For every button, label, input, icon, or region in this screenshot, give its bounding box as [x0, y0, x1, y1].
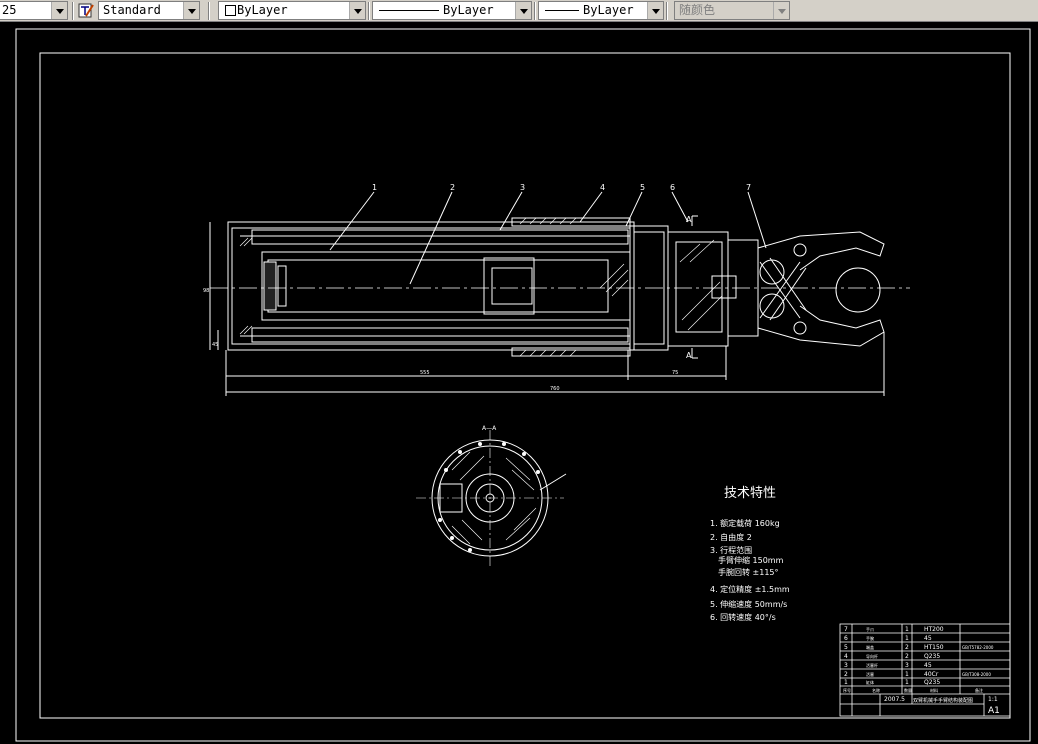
tech-spec-item: 5. 伸缩速度 50mm/s	[710, 600, 788, 609]
sheet-size: A1	[988, 706, 1000, 716]
bom-header: 序号	[843, 687, 851, 693]
bom-scale: 1:1	[988, 696, 998, 703]
drawing-canvas[interactable]: 1 2 3 4 5 6 7 A A 555 75 760 98 45 A—A 7…	[0, 0, 1038, 744]
bom-qty: 1	[905, 635, 909, 642]
bom-no: 3	[844, 662, 848, 669]
bom-qty: 2	[905, 644, 909, 651]
dimension-label: 98	[203, 288, 209, 294]
bom-qty: 1	[905, 679, 909, 686]
bom-name: 端盖	[866, 644, 874, 650]
bom-header: 数量	[904, 687, 912, 693]
bom-material: Q235	[924, 679, 940, 686]
bom-qty: 2	[905, 653, 909, 660]
bom-no: 7	[844, 626, 848, 633]
tech-spec-item: 6. 回转速度 40°/s	[710, 613, 776, 622]
dimension-label: 555	[420, 370, 430, 376]
section-marker-label: A	[686, 351, 692, 360]
bom-header: 材料	[930, 687, 938, 693]
tech-spec-title: 技术特性	[724, 486, 777, 501]
bom-material: HT150	[924, 644, 944, 651]
part-number-label: 2	[450, 183, 455, 192]
tech-spec-item: 1. 额定载荷 160kg	[710, 519, 780, 528]
bom-material: 40Cr	[924, 671, 939, 678]
bom-title: 双臂机械手手臂结构装配图	[913, 697, 973, 704]
bom-qty: 1	[905, 671, 909, 678]
dimension-label: 45	[212, 342, 218, 348]
bom-name: 缸体	[866, 679, 874, 685]
part-number-label: 4	[600, 183, 605, 192]
bom-name: 活塞杆	[866, 662, 878, 668]
bom-no: 1	[844, 679, 848, 686]
part-number-label: 3	[520, 183, 525, 192]
part-number-label: 5	[640, 183, 645, 192]
tech-spec-item: 手腕回转 ±115°	[718, 568, 779, 577]
part-number-label: 6	[670, 183, 675, 192]
bom-qty: 1	[905, 626, 909, 633]
bom-date: 2007.5	[884, 696, 905, 703]
bom-no: 4	[844, 653, 848, 660]
bom-material: 45	[924, 662, 932, 669]
bom-no: 2	[844, 671, 848, 678]
dimension-label: 75	[672, 370, 678, 376]
bom-name: 手腕	[866, 635, 874, 641]
bom-name: 活塞	[866, 671, 874, 677]
tech-spec-item: 2. 自由度 2	[710, 533, 752, 542]
bom-header: 备注	[975, 687, 983, 693]
bom-name: 导向杆	[866, 653, 878, 659]
section-marker-label: A	[686, 215, 692, 224]
bom-std: GB/T5782-2000	[962, 645, 994, 650]
bom-qty: 3	[905, 662, 909, 669]
section-view-title: A—A	[482, 425, 497, 432]
bom-no: 6	[844, 635, 848, 642]
bom-material: HT200	[924, 626, 944, 633]
bom-material: Q235	[924, 653, 940, 660]
bom-material: 45	[924, 635, 932, 642]
bom-no: 5	[844, 644, 848, 651]
tech-spec-item: 手臂伸缩 150mm	[718, 556, 784, 565]
bom-std: GB/T308-2000	[962, 672, 991, 677]
part-number-label: 1	[372, 183, 377, 192]
bom-header: 名称	[872, 687, 880, 693]
bom-name: 手爪	[866, 626, 874, 632]
tech-spec-item: 4. 定位精度 ±1.5mm	[710, 585, 790, 594]
dimension-label: 760	[550, 386, 560, 392]
part-number-label: 7	[746, 183, 751, 192]
